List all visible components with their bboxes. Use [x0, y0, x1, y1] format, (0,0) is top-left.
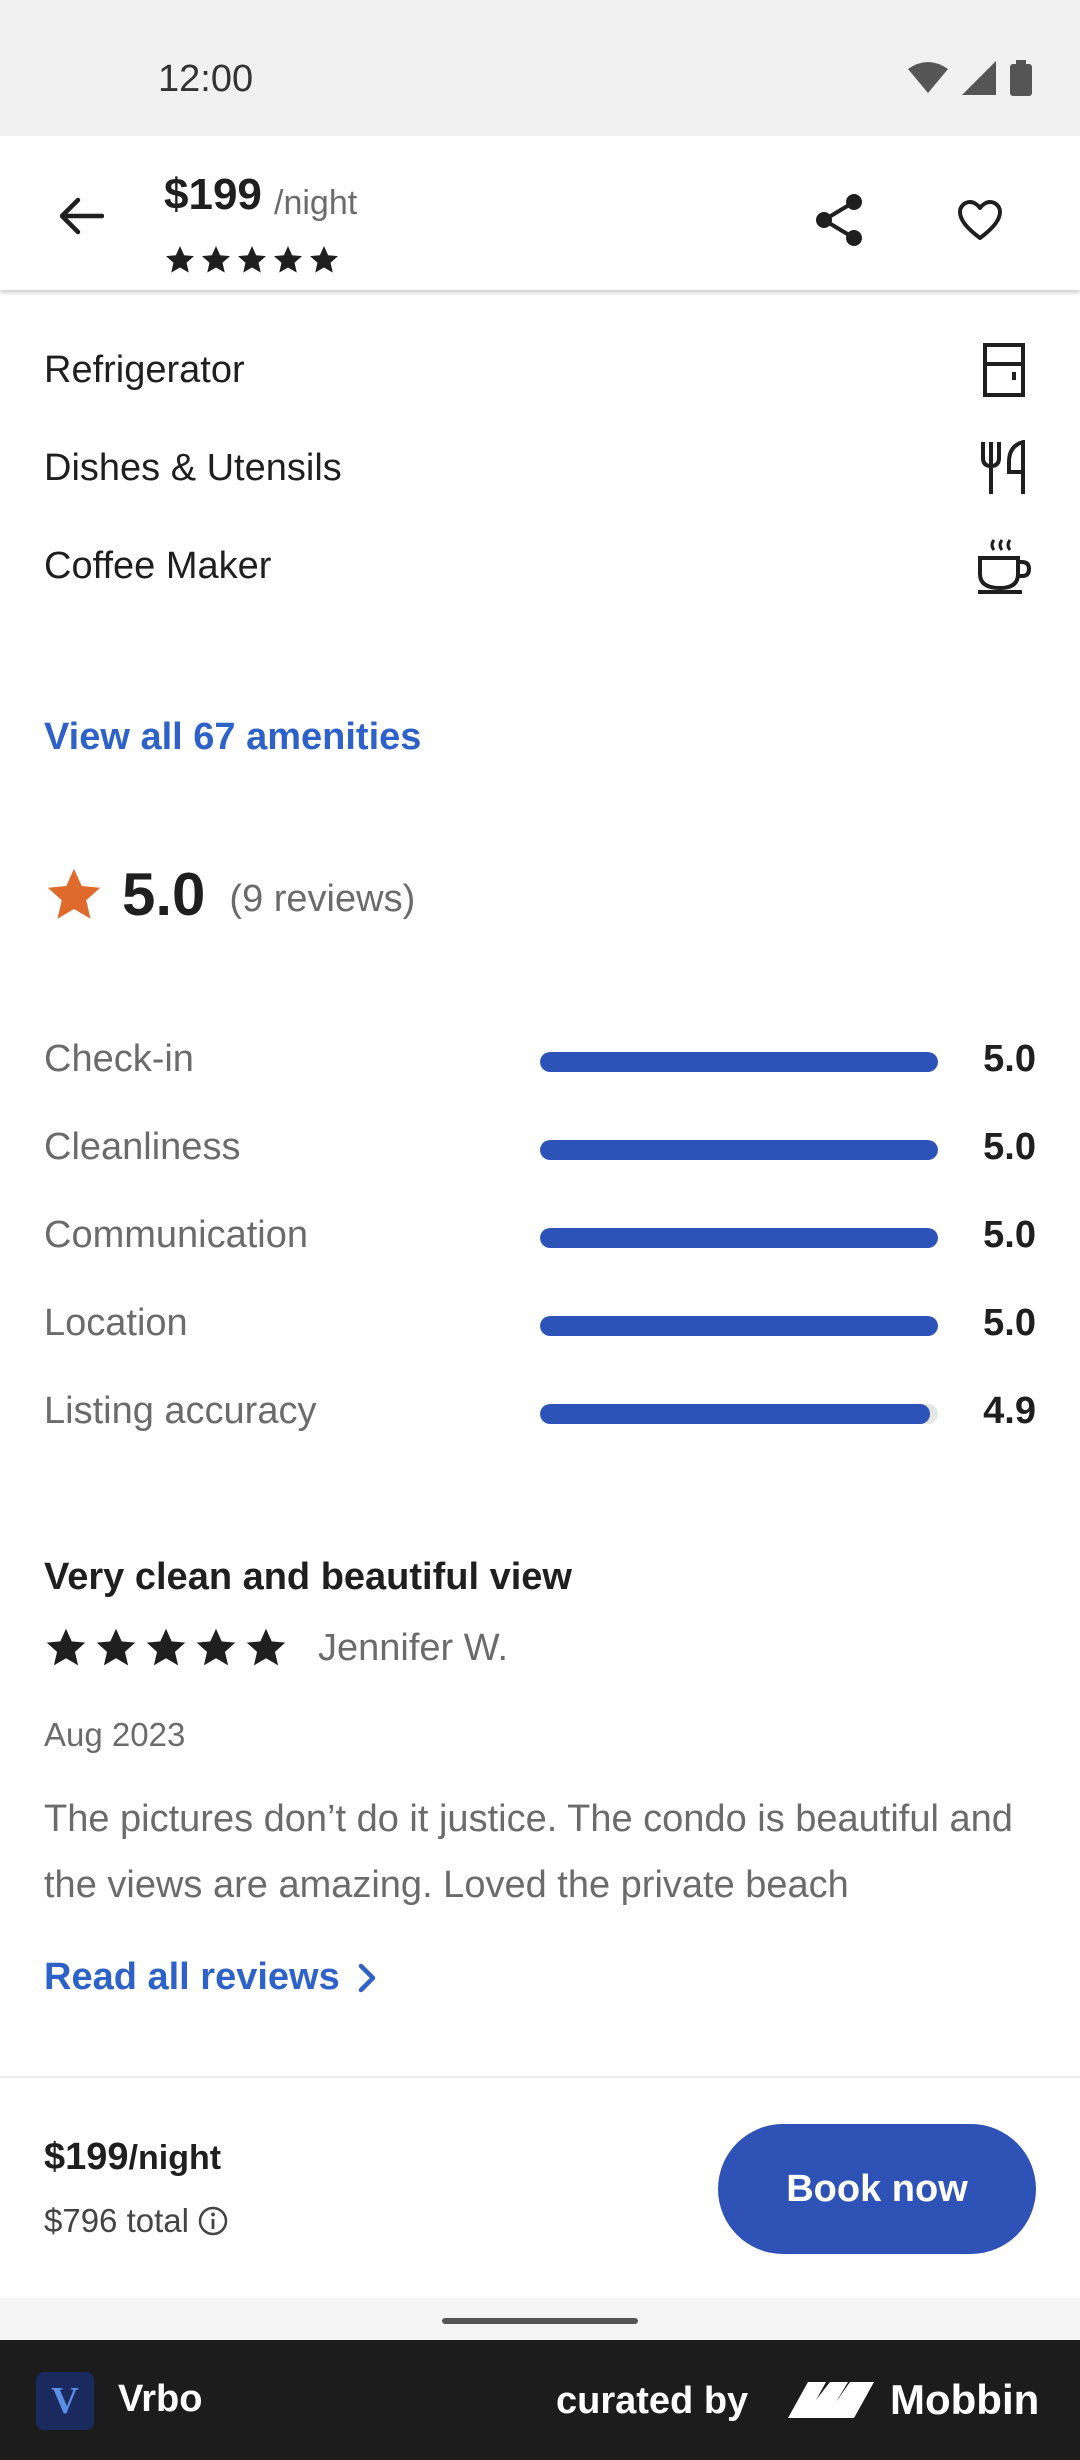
booking-total-label: $796 total	[44, 2202, 189, 2239]
booking-price-amount: $199	[44, 2136, 129, 2178]
score-row-listing-accuracy: Listing accuracy 4.9	[44, 1382, 1036, 1442]
coffee-icon	[972, 534, 1036, 598]
booking-price: $199/night	[44, 2136, 221, 2179]
score-value: 5.0	[983, 1038, 1036, 1080]
review-text: The pictures don’t do it justice. The co…	[44, 1798, 1013, 1906]
score-value: 5.0	[983, 1126, 1036, 1168]
header-price: $199	[164, 170, 262, 219]
score-bar-fill	[540, 1228, 938, 1248]
score-bar-fill	[540, 1052, 938, 1072]
booking-per-night: /night	[128, 2139, 222, 2177]
score-row-check-in: Check-in 5.0	[44, 1030, 1036, 1090]
star-icon	[238, 246, 266, 273]
score-row-communication: Communication 5.0	[44, 1206, 1036, 1266]
vrbo-logo-icon: V	[36, 2372, 94, 2430]
score-bar	[540, 1052, 938, 1072]
status-bar: 12:00	[0, 0, 1080, 136]
amenity-label: Dishes & Utensils	[44, 446, 342, 489]
score-label: Communication	[44, 1214, 308, 1256]
share-icon	[816, 194, 862, 246]
booking-bar: $199/night $796 total Book now	[0, 2076, 1080, 2298]
score-bar	[540, 1404, 938, 1424]
wifi-icon	[908, 62, 948, 93]
score-bar-fill	[540, 1404, 931, 1424]
score-label: Location	[44, 1302, 188, 1344]
star-icon	[202, 246, 230, 273]
score-bar	[540, 1228, 938, 1248]
score-value: 4.9	[983, 1390, 1036, 1432]
star-icon	[166, 246, 194, 273]
booking-total: $796 total	[44, 2202, 229, 2240]
score-row-location: Location 5.0	[44, 1294, 1036, 1354]
gesture-handle[interactable]	[442, 2318, 638, 2324]
score-label: Check-in	[44, 1038, 194, 1080]
star-icon	[47, 868, 101, 919]
score-label: Listing accuracy	[44, 1390, 317, 1432]
score-bar-fill	[540, 1140, 938, 1160]
review-title: Very clean and beautiful view	[44, 1556, 572, 1598]
book-now-button[interactable]: Book now	[718, 2124, 1036, 2254]
star-icon	[196, 1628, 236, 1666]
share-button[interactable]	[800, 180, 880, 260]
refrigerator-icon	[972, 338, 1036, 402]
chevron-right-icon	[358, 1963, 375, 1992]
review-meta: Jennifer W.	[44, 1626, 508, 1670]
utensils-icon	[972, 436, 1036, 500]
back-button[interactable]	[44, 180, 116, 252]
curated-by-label: curated by	[556, 2380, 749, 2422]
battery-icon	[1010, 60, 1032, 96]
star-icon	[46, 1628, 86, 1666]
app-name: Vrbo	[118, 2378, 203, 2420]
favorite-button[interactable]	[940, 180, 1020, 260]
status-icons	[908, 60, 1032, 96]
info-icon[interactable]	[197, 2205, 229, 2237]
amenity-coffee-maker: Coffee Maker	[44, 526, 1036, 606]
header-per-night: /night	[274, 184, 358, 222]
arrow-left-icon	[59, 197, 104, 235]
top-app-bar: $199 /night	[0, 136, 1080, 290]
review-star-rating	[44, 1626, 288, 1670]
gesture-nav-area	[0, 2298, 1080, 2340]
star-icon	[246, 1628, 286, 1666]
score-bar	[540, 1316, 938, 1336]
read-all-reviews-link[interactable]: Read all reviews	[44, 1956, 376, 1999]
score-bar-fill	[540, 1316, 938, 1336]
amenity-label: Refrigerator	[44, 348, 245, 391]
score-value: 5.0	[983, 1214, 1036, 1256]
header-star-rating	[164, 244, 340, 276]
star-icon	[146, 1628, 186, 1666]
score-row-cleanliness: Cleanliness 5.0	[44, 1118, 1036, 1178]
score-bar	[540, 1140, 938, 1160]
signal-icon	[962, 61, 996, 95]
review-date: Aug 2023	[44, 1716, 186, 1753]
status-time: 12:00	[158, 58, 254, 100]
score-label: Cleanliness	[44, 1126, 241, 1168]
score-value: 5.0	[983, 1302, 1036, 1344]
read-all-reviews-label: Read all reviews	[44, 1956, 340, 1998]
mobbin-logo-icon	[788, 2382, 874, 2418]
amenity-label: Coffee Maker	[44, 544, 272, 587]
footer-banner: V Vrbo curated by Mobbin	[0, 2340, 1080, 2460]
rating-summary: 5.0 (9 reviews)	[44, 860, 415, 929]
review-count: (9 reviews)	[229, 878, 416, 920]
heart-icon	[958, 200, 1002, 240]
amenity-dishes-utensils: Dishes & Utensils	[44, 428, 1036, 508]
view-all-amenities-link[interactable]: View all 67 amenities	[44, 716, 421, 759]
star-icon	[274, 246, 302, 273]
star-icon	[96, 1628, 136, 1666]
amenity-refrigerator: Refrigerator	[44, 330, 1036, 410]
rating-value: 5.0	[122, 861, 206, 928]
star-icon	[310, 246, 338, 273]
review-author: Jennifer W.	[318, 1626, 509, 1669]
mobbin-brand: Mobbin	[890, 2376, 1040, 2423]
